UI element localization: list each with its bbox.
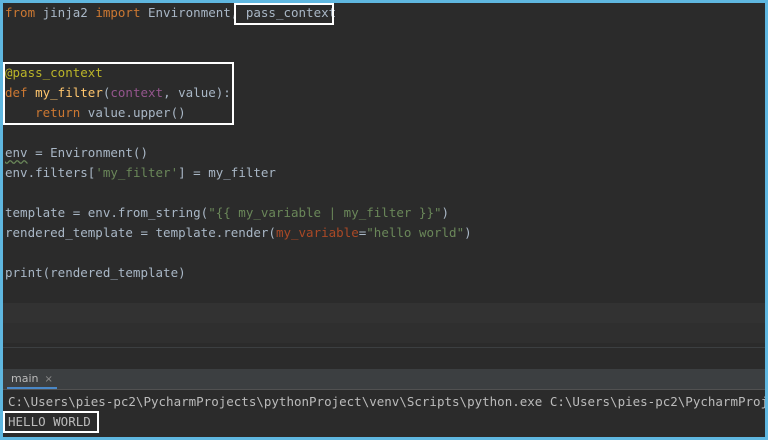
template-string: "{{ my_variable | my_filter }}": [208, 205, 442, 220]
render-paren-close: ): [464, 225, 472, 240]
ide-window: from jinja2 import Environment, pass_con…: [3, 3, 765, 437]
filters-access: env.filters[: [5, 165, 96, 180]
code-line-8: env = Environment(): [5, 143, 148, 163]
kwarg-name: my_variable: [275, 225, 359, 240]
run-tab-bar: main ×: [3, 369, 765, 390]
filter-key-string: 'my_filter': [95, 165, 179, 180]
kwarg-string: "hello world": [366, 225, 465, 240]
template-paren-close: ): [441, 205, 450, 220]
print-statement: print(rendered_template): [5, 265, 186, 280]
code-line-14: print(rendered_template): [5, 263, 186, 283]
template-assignment: template = env.from_string(: [5, 205, 209, 220]
keyword-from: from: [5, 5, 36, 20]
run-tab-main[interactable]: main ×: [7, 369, 57, 389]
module-name: jinja2: [35, 5, 96, 20]
env-assignment: = Environment(): [27, 145, 148, 160]
highlight-box-decorated-function: [3, 62, 234, 125]
close-icon[interactable]: ×: [44, 374, 52, 385]
code-line-12: rendered_template = template.render(my_v…: [5, 223, 472, 243]
code-line-11: template = env.from_string("{{ my_variab…: [5, 203, 449, 223]
highlight-box-output: [3, 411, 99, 433]
panel-divider[interactable]: [3, 347, 765, 348]
env-variable: env: [5, 145, 28, 160]
editor-empty-area: [3, 323, 765, 343]
import-names: Environment,: [140, 5, 246, 20]
current-line-highlight: [3, 303, 765, 323]
keyword-import: import: [95, 5, 141, 20]
filters-assignment: ] = my_filter: [178, 165, 276, 180]
run-command-line: C:\Users\pies-pc2\PycharmProjects\python…: [8, 394, 765, 409]
render-call: rendered_template = template.render(: [5, 225, 276, 240]
code-line-9: env.filters['my_filter'] = my_filter: [5, 163, 276, 183]
run-tool-window: main × C:\Users\pies-pc2\PycharmProjects\…: [3, 369, 765, 437]
run-tab-label: main: [11, 372, 39, 385]
code-editor[interactable]: from jinja2 import Environment, pass_con…: [3, 3, 765, 303]
highlight-box-pass-context-import: [234, 3, 334, 25]
